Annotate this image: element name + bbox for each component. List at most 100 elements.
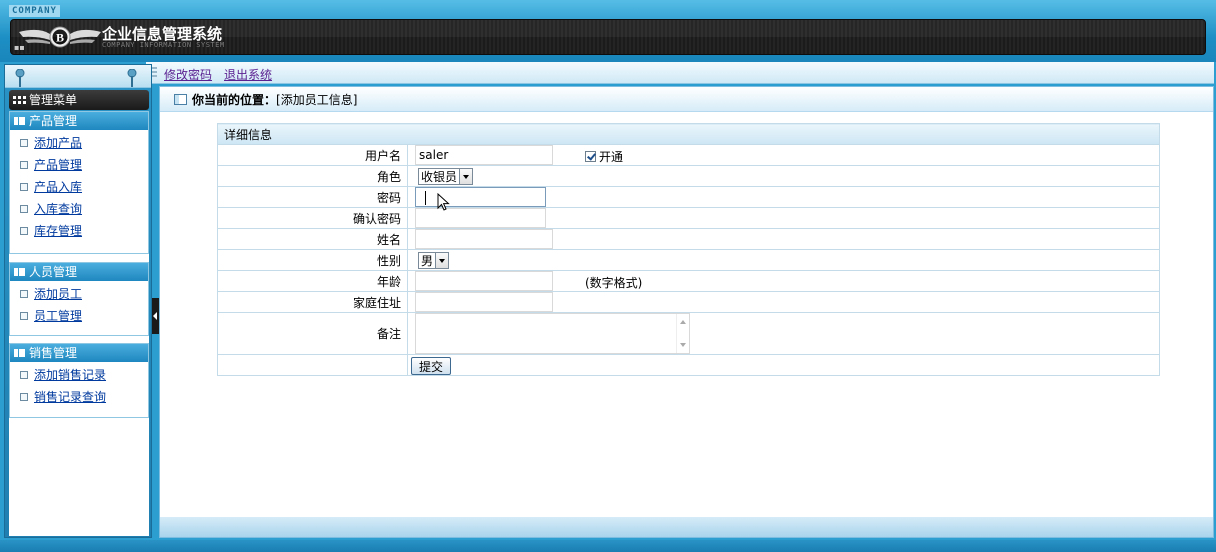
- confirm-password-cell: [407, 207, 1160, 229]
- form-row-address: 家庭住址: [217, 291, 1160, 313]
- chevron-down-icon[interactable]: [435, 253, 449, 268]
- menu-group-product: 产品管理 添加产品 产品管理 产品入库 入库查询 库存管理: [9, 111, 149, 254]
- gender-select[interactable]: 男: [418, 252, 450, 269]
- age-format-hint: (数字格式): [585, 276, 643, 290]
- menu-link-product-management[interactable]: 产品管理: [34, 157, 82, 173]
- menu-link-employee-management[interactable]: 员工管理: [34, 308, 82, 324]
- age-cell: (数字格式): [407, 270, 1160, 292]
- menu-group-label: 产品管理: [29, 114, 78, 128]
- menu-item: 产品入库: [20, 179, 148, 201]
- password-label: 密码: [217, 186, 408, 208]
- name-input[interactable]: [415, 229, 553, 249]
- menu-item: 添加产品: [20, 135, 148, 157]
- menu-item: 员工管理: [20, 308, 148, 330]
- menu-link-add-employee[interactable]: 添加员工: [34, 286, 82, 302]
- form-row-password: 密码: [217, 186, 1160, 208]
- main-footer-bar: [160, 517, 1213, 537]
- form-section-title: 详细信息: [217, 123, 1160, 145]
- change-password-link[interactable]: 修改密码: [164, 66, 212, 83]
- pin-icon: [15, 69, 25, 87]
- name-cell: [407, 228, 1160, 250]
- form-row-role: 角色 收银员: [217, 165, 1160, 187]
- menu-group-sales: 销售管理 添加销售记录 销售记录查询: [9, 343, 149, 418]
- scroll-up-icon[interactable]: [680, 320, 686, 324]
- bullet-icon: [20, 290, 28, 298]
- title-bar: B ▪▪▪▪▪ 企业信息管理系统 COMPANY INFORMATION SYS…: [10, 19, 1206, 55]
- bullet-icon: [20, 161, 28, 169]
- username-label: 用户名: [217, 144, 408, 166]
- menu-link-inventory-management[interactable]: 库存管理: [34, 223, 82, 239]
- menu-group-title[interactable]: 人员管理: [10, 263, 148, 281]
- confirm-password-input[interactable]: [415, 208, 546, 228]
- menu-group-title[interactable]: 销售管理: [10, 344, 148, 362]
- menu-group-label: 人员管理: [29, 265, 78, 279]
- submit-button[interactable]: 提交: [411, 357, 452, 375]
- bottom-strip: [0, 540, 1216, 552]
- menu-group-staff: 人员管理 添加员工 员工管理: [9, 262, 149, 336]
- enabled-checkbox-wrap[interactable]: 开通: [585, 148, 623, 165]
- breadcrumb: 你当前的位置： [添加员工信息]: [160, 87, 1213, 112]
- enabled-checkbox[interactable]: [585, 151, 596, 162]
- menu-link-stock-in-query[interactable]: 入库查询: [34, 201, 82, 217]
- menu-item: 入库查询: [20, 201, 148, 223]
- sidebar-collapse-toggle[interactable]: [152, 298, 159, 334]
- gender-label: 性别: [217, 249, 408, 271]
- text-caret: [425, 191, 426, 205]
- breadcrumb-current: [添加员工信息]: [276, 92, 358, 107]
- window-icon: [174, 93, 187, 105]
- bullet-icon: [20, 139, 28, 147]
- menu-item: 库存管理: [20, 223, 148, 245]
- main-content: 你当前的位置： [添加员工信息] 详细信息 用户名 开通 角色 收银员: [159, 86, 1214, 538]
- username-cell: 开通: [407, 144, 1160, 166]
- role-select[interactable]: 收银员: [418, 168, 474, 185]
- grid-menu-icon: [13, 96, 26, 104]
- bullet-icon: [20, 205, 28, 213]
- form-row-name: 姓名: [217, 228, 1160, 250]
- sidebar: 管理菜单 产品管理 添加产品 产品管理 产品入库 入库查询 库存管理 人员管理 …: [4, 64, 152, 538]
- menu-link-product-stock-in[interactable]: 产品入库: [34, 179, 82, 195]
- confirm-password-label: 确认密码: [217, 207, 408, 229]
- textarea-scrollbar[interactable]: [676, 314, 689, 353]
- breadcrumb-label: 你当前的位置：: [192, 92, 277, 107]
- group-icon: [14, 117, 25, 125]
- sidebar-panel: 产品管理 添加产品 产品管理 产品入库 入库查询 库存管理 人员管理 添加员工 …: [9, 111, 149, 536]
- menu-title: 管理菜单: [29, 93, 78, 107]
- logo-dots-icon: ▪▪▪▪▪: [14, 43, 30, 55]
- menu-link-sales-record-query[interactable]: 销售记录查询: [34, 389, 106, 405]
- password-input[interactable]: [415, 187, 546, 207]
- gender-cell: 男: [407, 249, 1160, 271]
- group-icon: [14, 268, 25, 276]
- remark-textarea[interactable]: [415, 313, 690, 354]
- age-input[interactable]: [415, 271, 553, 291]
- form-row-username: 用户名 开通: [217, 144, 1160, 166]
- form-row-gender: 性别 男: [217, 249, 1160, 271]
- role-cell: 收银员: [407, 165, 1160, 187]
- app-header: COMPANY B ▪▪▪▪▪ 企业信息管理系统 COMPANY INFORMA…: [0, 0, 1216, 62]
- role-selected-value: 收银员: [421, 170, 458, 184]
- form-row-age: 年龄 (数字格式): [217, 270, 1160, 292]
- bullet-icon: [20, 371, 28, 379]
- menu-link-add-product[interactable]: 添加产品: [34, 135, 82, 151]
- sidebar-pin-bar: [5, 65, 151, 88]
- scroll-down-icon[interactable]: [680, 343, 686, 347]
- username-input[interactable]: [415, 145, 553, 165]
- bullet-icon: [20, 183, 28, 191]
- menu-item: 添加销售记录: [20, 367, 148, 389]
- pin-icon: [127, 69, 137, 87]
- chevron-down-icon[interactable]: [459, 169, 473, 184]
- age-label: 年龄: [217, 270, 408, 292]
- menu-link-add-sales-record[interactable]: 添加销售记录: [34, 367, 106, 383]
- menu-item: 销售记录查询: [20, 389, 148, 411]
- form-row-confirm-password: 确认密码: [217, 207, 1160, 229]
- address-input[interactable]: [415, 292, 553, 312]
- form-row-submit: 提交: [217, 354, 1160, 376]
- submit-cell: 提交: [407, 354, 1160, 376]
- address-cell: [407, 291, 1160, 313]
- menu-group-title[interactable]: 产品管理: [10, 112, 148, 130]
- logout-link[interactable]: 退出系统: [224, 66, 272, 83]
- remark-label: 备注: [217, 312, 408, 355]
- address-label: 家庭住址: [217, 291, 408, 313]
- enabled-label: 开通: [599, 150, 624, 164]
- bullet-icon: [20, 227, 28, 235]
- name-label: 姓名: [217, 228, 408, 250]
